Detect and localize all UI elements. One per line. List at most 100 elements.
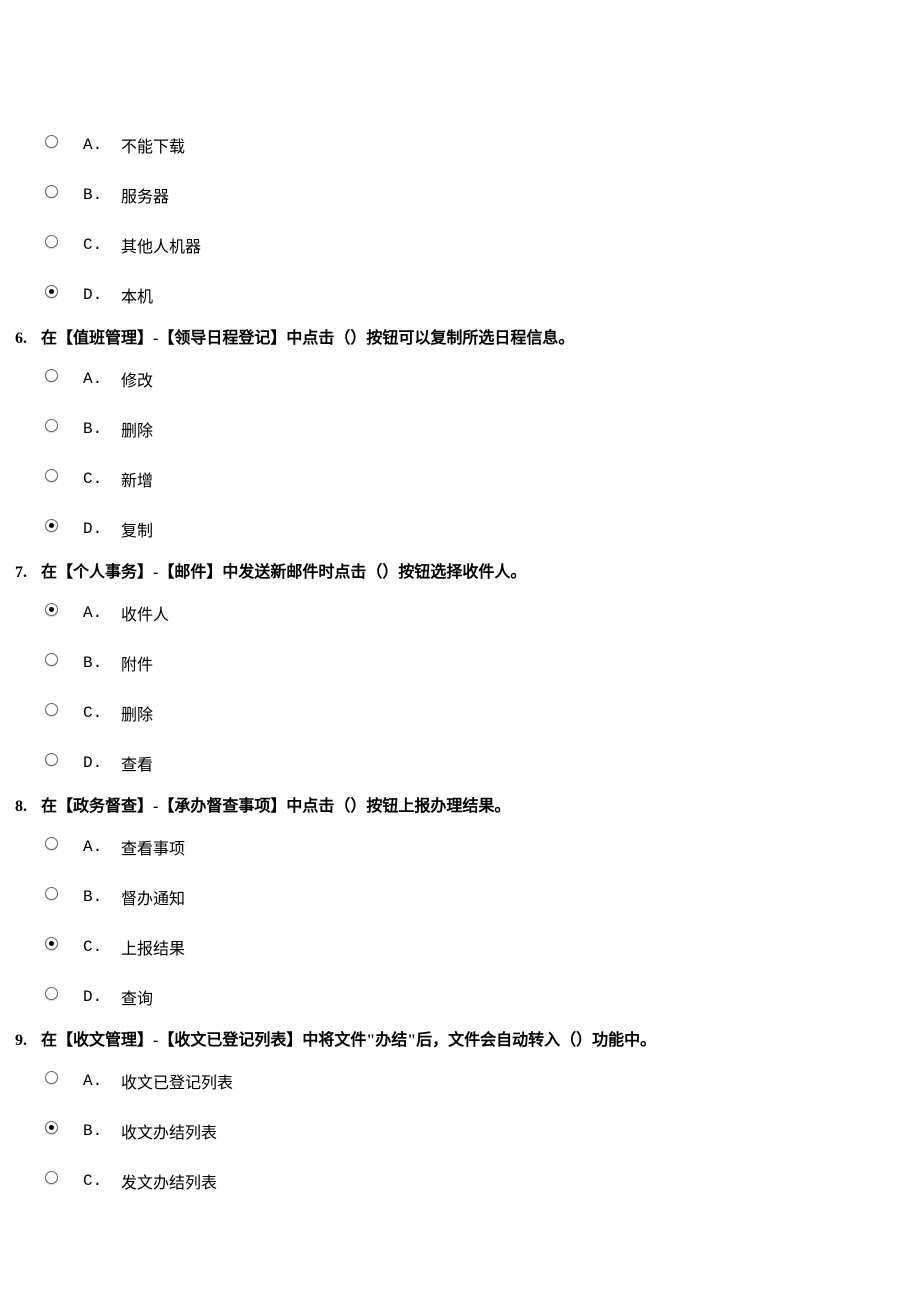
option-text: 查看事项 — [121, 835, 185, 859]
option-text: 复制 — [121, 517, 153, 541]
option-letter: B. — [83, 654, 121, 672]
question-block: A.不能下载B.服务器C.其他人机器D.本机 — [15, 120, 905, 320]
option-text: 收件人 — [121, 601, 169, 625]
option-text: 上报结果 — [121, 935, 185, 959]
option-letter: D. — [83, 754, 121, 772]
option-text: 发文办结列表 — [121, 1169, 217, 1193]
option-row: B.附件 — [45, 638, 905, 688]
radio-cell — [45, 189, 83, 202]
option-letter: C. — [83, 1172, 121, 1190]
radio-cell — [45, 289, 83, 302]
radio-unselected-icon[interactable] — [45, 235, 58, 248]
radio-unselected-icon[interactable] — [45, 135, 58, 148]
option-list: A.不能下载B.服务器C.其他人机器D.本机 — [15, 120, 905, 320]
radio-unselected-icon[interactable] — [45, 419, 58, 432]
option-text: 删除 — [121, 417, 153, 441]
question-number: 8. — [15, 798, 41, 816]
radio-unselected-icon[interactable] — [45, 703, 58, 716]
option-letter: A. — [83, 838, 121, 856]
option-letter: B. — [83, 888, 121, 906]
radio-unselected-icon[interactable] — [45, 185, 58, 198]
radio-cell — [45, 991, 83, 1004]
radio-selected-icon[interactable] — [45, 285, 58, 298]
option-text: 查看 — [121, 751, 153, 775]
option-letter: A. — [83, 1072, 121, 1090]
quiz-page: A.不能下载B.服务器C.其他人机器D.本机6.在【值班管理】-【领导日程登记】… — [0, 0, 920, 1306]
radio-unselected-icon[interactable] — [45, 1171, 58, 1184]
question-number: 9. — [15, 1032, 41, 1050]
option-row: C.删除 — [45, 688, 905, 738]
option-letter: A. — [83, 136, 121, 154]
radio-cell — [45, 891, 83, 904]
option-letter: B. — [83, 186, 121, 204]
option-list: A.收件人B.附件C.删除D.查看 — [15, 588, 905, 788]
option-row: A.修改 — [45, 354, 905, 404]
radio-unselected-icon[interactable] — [45, 987, 58, 1000]
question-number: 7. — [15, 564, 41, 582]
option-list: A.修改B.删除C.新增D.复制 — [15, 354, 905, 554]
question-block: 8.在【政务督查】-【承办督查事项】中点击（）按钮上报办理结果。A.查看事项B.… — [15, 788, 905, 1022]
radio-selected-icon[interactable] — [45, 1121, 58, 1134]
option-text: 督办通知 — [121, 885, 185, 909]
radio-cell — [45, 657, 83, 670]
option-letter: D. — [83, 520, 121, 538]
option-row: A.不能下载 — [45, 120, 905, 170]
question-block: 9.在【收文管理】-【收文已登记列表】中将文件"办结"后，文件会自动转入（）功能… — [15, 1022, 905, 1206]
option-letter: A. — [83, 604, 121, 622]
option-row: C.其他人机器 — [45, 220, 905, 270]
radio-cell — [45, 423, 83, 436]
question-text: 在【收文管理】-【收文已登记列表】中将文件"办结"后，文件会自动转入（）功能中。 — [41, 1026, 656, 1050]
option-text: 收文办结列表 — [121, 1119, 217, 1143]
option-text: 收文已登记列表 — [121, 1069, 233, 1093]
question-number: 6. — [15, 330, 41, 348]
radio-unselected-icon[interactable] — [45, 837, 58, 850]
question-text: 在【值班管理】-【领导日程登记】中点击（）按钮可以复制所选日程信息。 — [41, 324, 574, 348]
question-text: 在【个人事务】-【邮件】中发送新邮件时点击（）按钮选择收件人。 — [41, 558, 526, 582]
radio-cell — [45, 473, 83, 486]
option-row: A.收件人 — [45, 588, 905, 638]
radio-cell — [45, 373, 83, 386]
radio-cell — [45, 239, 83, 252]
radio-unselected-icon[interactable] — [45, 887, 58, 900]
option-row: A.收文已登记列表 — [45, 1056, 905, 1106]
option-row: C.上报结果 — [45, 922, 905, 972]
radio-cell — [45, 1175, 83, 1188]
radio-unselected-icon[interactable] — [45, 469, 58, 482]
radio-cell — [45, 707, 83, 720]
radio-cell — [45, 607, 83, 620]
option-row: C.发文办结列表 — [45, 1156, 905, 1206]
radio-selected-icon[interactable] — [45, 603, 58, 616]
option-row: D.查看 — [45, 738, 905, 788]
radio-unselected-icon[interactable] — [45, 369, 58, 382]
option-letter: A. — [83, 370, 121, 388]
option-text: 附件 — [121, 651, 153, 675]
option-letter: B. — [83, 420, 121, 438]
option-text: 其他人机器 — [121, 233, 201, 257]
radio-unselected-icon[interactable] — [45, 653, 58, 666]
radio-cell — [45, 523, 83, 536]
option-row: A.查看事项 — [45, 822, 905, 872]
option-row: D.复制 — [45, 504, 905, 554]
question-header: 8.在【政务督查】-【承办督查事项】中点击（）按钮上报办理结果。 — [15, 788, 905, 822]
radio-unselected-icon[interactable] — [45, 1071, 58, 1084]
radio-cell — [45, 1075, 83, 1088]
option-list: A.查看事项 B.督办通知 C.上报结果 D.查询 — [15, 822, 905, 1022]
radio-unselected-icon[interactable] — [45, 753, 58, 766]
question-block: 7.在【个人事务】-【邮件】中发送新邮件时点击（）按钮选择收件人。A.收件人B.… — [15, 554, 905, 788]
radio-cell — [45, 139, 83, 152]
question-header: 9.在【收文管理】-【收文已登记列表】中将文件"办结"后，文件会自动转入（）功能… — [15, 1022, 905, 1056]
radio-selected-icon[interactable] — [45, 937, 58, 950]
option-list: A.收文已登记列表 B.收文办结列表 C.发文办结列表 — [15, 1056, 905, 1206]
option-text: 查询 — [121, 985, 153, 1009]
radio-cell — [45, 757, 83, 770]
option-letter: B. — [83, 1122, 121, 1140]
option-text: 不能下载 — [121, 133, 185, 157]
option-text: 删除 — [121, 701, 153, 725]
option-letter: D. — [83, 988, 121, 1006]
option-letter: C. — [83, 938, 121, 956]
option-text: 服务器 — [121, 183, 169, 207]
option-row: B.删除 — [45, 404, 905, 454]
radio-selected-icon[interactable] — [45, 519, 58, 532]
option-letter: C. — [83, 704, 121, 722]
option-letter: D. — [83, 286, 121, 304]
